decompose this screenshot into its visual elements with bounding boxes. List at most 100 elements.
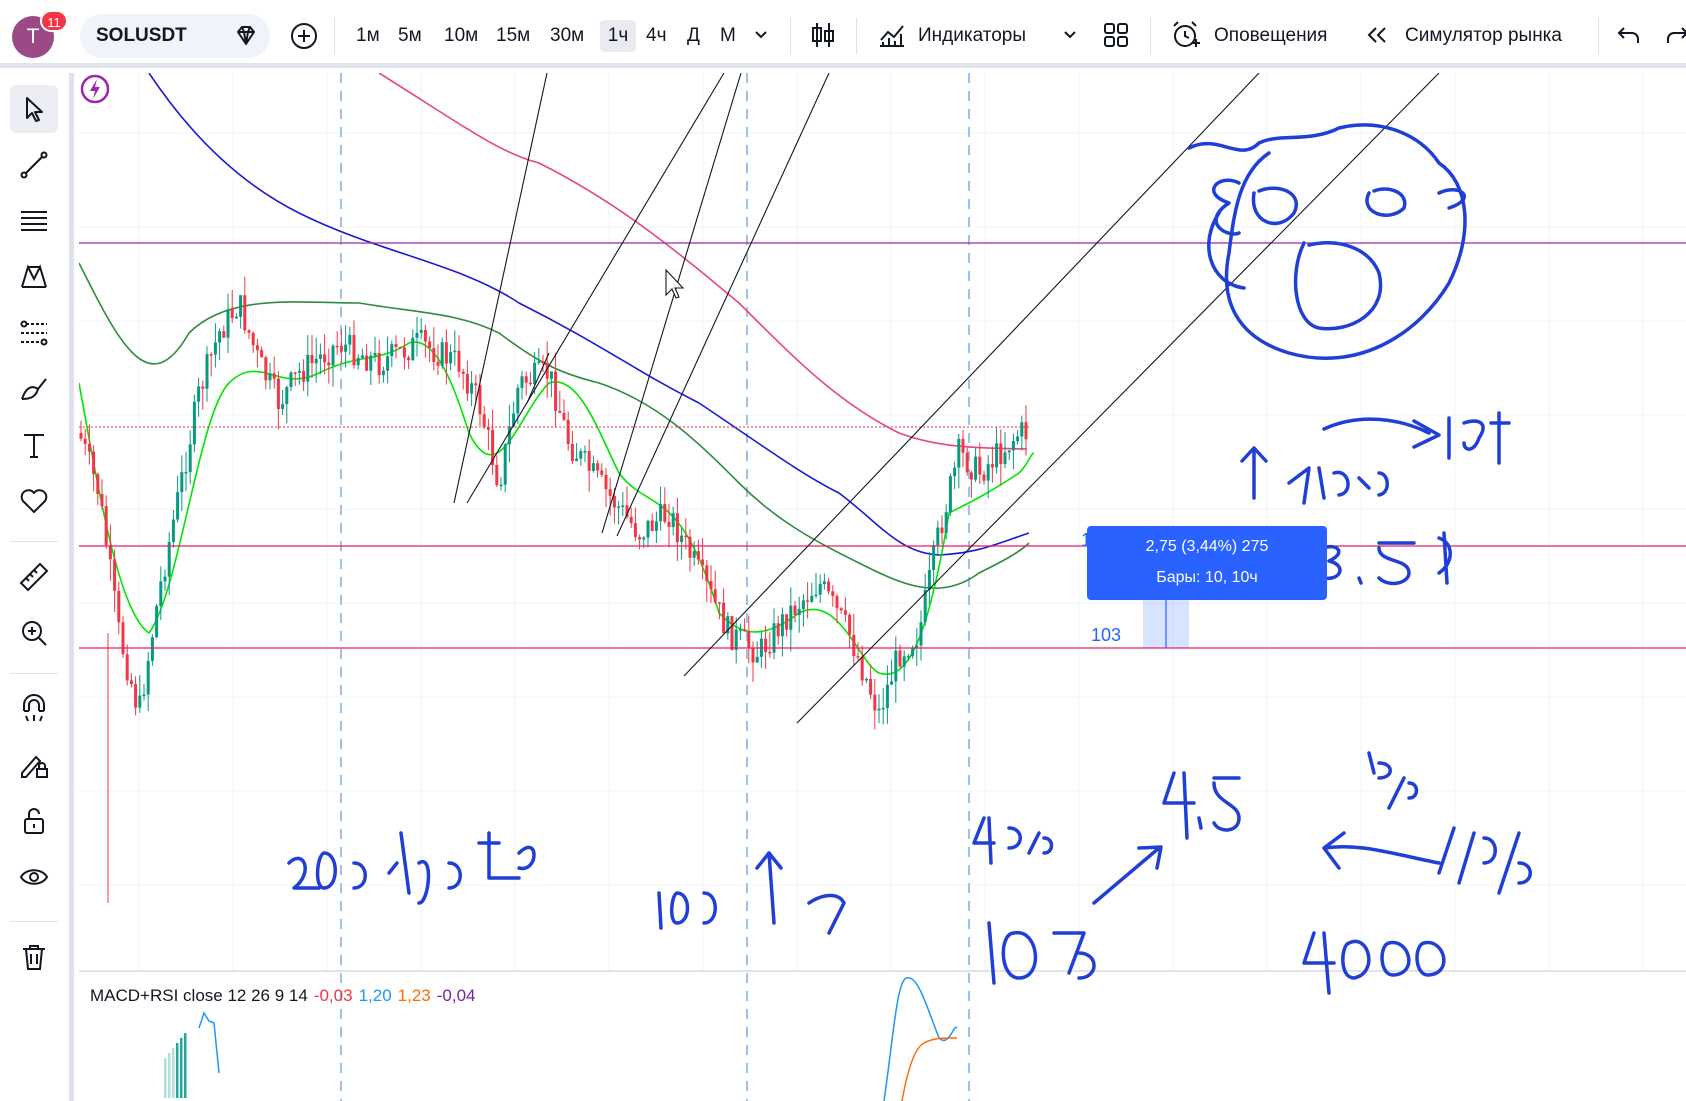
chart-grid bbox=[79, 73, 1686, 1101]
trend-line-tool[interactable] bbox=[10, 141, 58, 189]
candle-body bbox=[285, 387, 289, 405]
candle-body bbox=[814, 594, 818, 597]
replay-button[interactable]: Симулятор рынка bbox=[1405, 20, 1562, 52]
candle-body bbox=[869, 678, 873, 695]
chevron-down-icon[interactable] bbox=[744, 18, 778, 52]
cursor-tool[interactable] bbox=[10, 85, 58, 133]
candle-body bbox=[264, 357, 268, 381]
undo-icon[interactable] bbox=[1612, 18, 1646, 52]
chart-pane[interactable]: 2,75 (3,44%) 275 Бары: 10, 10ч 172 103 M… bbox=[79, 73, 1686, 1101]
redo-icon[interactable] bbox=[1660, 18, 1686, 52]
ruler-tool[interactable] bbox=[10, 553, 58, 601]
candle-body bbox=[218, 331, 222, 343]
timeframe-4h[interactable]: 4ч bbox=[642, 20, 670, 52]
candle-body bbox=[751, 648, 755, 663]
candle-body bbox=[1024, 422, 1028, 440]
timeframe-10m[interactable]: 10м bbox=[440, 20, 482, 52]
timeframe-30m[interactable]: 30м bbox=[546, 20, 588, 52]
timeframe-1m[interactable]: 1м bbox=[352, 20, 384, 52]
candle-body bbox=[667, 521, 671, 527]
candle-body bbox=[239, 295, 243, 317]
indicators-icon[interactable] bbox=[875, 18, 909, 52]
lightning-icon[interactable] bbox=[79, 73, 111, 105]
timeframe-month[interactable]: М bbox=[716, 20, 740, 52]
handwritten-stroke bbox=[657, 851, 846, 935]
candle-body bbox=[537, 361, 541, 364]
candle-body bbox=[877, 708, 881, 711]
timeframe-1h[interactable]: 1ч bbox=[600, 20, 636, 52]
candle-body bbox=[297, 370, 301, 373]
indicators-button[interactable]: Индикаторы bbox=[918, 20, 1026, 52]
candle-body bbox=[709, 581, 713, 590]
candle-body bbox=[562, 412, 566, 420]
candle-body bbox=[79, 433, 83, 439]
indicator-legend[interactable]: MACD+RSI close 12 26 9 14 -0,03 1,20 1,23 -0… bbox=[90, 986, 482, 1006]
candle-body bbox=[255, 345, 259, 351]
indicator-name: MACD+RSI close 12 26 9 14 bbox=[90, 986, 308, 1005]
candle-body bbox=[176, 492, 180, 520]
candle-body bbox=[793, 605, 797, 615]
candle-body bbox=[507, 426, 511, 445]
candle-body bbox=[108, 545, 112, 560]
pattern-tool[interactable] bbox=[10, 253, 58, 301]
hand-drawn-notes bbox=[287, 123, 1532, 995]
candle-body bbox=[722, 602, 726, 634]
brush-tool[interactable] bbox=[10, 365, 58, 413]
candle-body bbox=[134, 684, 138, 708]
candle-body bbox=[113, 559, 117, 591]
alerts-button[interactable]: Оповещения bbox=[1214, 20, 1327, 52]
candle-body bbox=[205, 354, 209, 389]
macd-line bbox=[883, 977, 958, 1101]
add-symbol-icon[interactable] bbox=[288, 20, 320, 52]
candle-body bbox=[453, 350, 457, 353]
candle-body bbox=[247, 330, 251, 333]
candle-body bbox=[533, 362, 537, 385]
timeframe-day[interactable]: Д bbox=[683, 20, 704, 52]
candle-body bbox=[743, 629, 747, 632]
candle-body bbox=[243, 295, 247, 331]
candle-body bbox=[873, 694, 877, 711]
text-tool[interactable] bbox=[10, 421, 58, 469]
timeframe-5m[interactable]: 5м bbox=[394, 20, 426, 52]
candle-body bbox=[986, 464, 990, 481]
price-chart[interactable] bbox=[79, 73, 1686, 1101]
lock-icon bbox=[24, 808, 44, 834]
diamond-icon[interactable] bbox=[232, 22, 260, 50]
remove-drawings-tool[interactable] bbox=[10, 933, 58, 981]
zoom-tool[interactable] bbox=[10, 609, 58, 657]
candle-body bbox=[499, 484, 503, 487]
toolbar-divider bbox=[856, 18, 857, 54]
layout-grid-icon[interactable] bbox=[1099, 18, 1133, 52]
projection-tool[interactable] bbox=[10, 309, 58, 357]
candle-body bbox=[373, 352, 377, 356]
candles-icon[interactable] bbox=[806, 18, 840, 52]
timeframe-15m[interactable]: 15м bbox=[492, 20, 534, 52]
measure-change: 2,75 (3,44%) 275 bbox=[1145, 538, 1269, 555]
lock-tool[interactable] bbox=[10, 797, 58, 845]
visibility-tool[interactable] bbox=[10, 853, 58, 901]
rewind-icon[interactable] bbox=[1360, 18, 1394, 52]
candle-body bbox=[251, 332, 255, 346]
fib-tool[interactable] bbox=[10, 197, 58, 245]
lock-drawings-tool[interactable] bbox=[10, 741, 58, 789]
candle-body bbox=[713, 589, 717, 603]
symbol-search[interactable]: SOLUSDT bbox=[80, 14, 270, 58]
candle-body bbox=[486, 427, 490, 430]
alarm-clock-icon[interactable] bbox=[1168, 18, 1202, 52]
candle-body bbox=[276, 378, 280, 409]
macd-line bbox=[198, 1011, 220, 1074]
candle-body bbox=[860, 657, 864, 681]
favorites-tool[interactable] bbox=[10, 477, 58, 525]
candle-body bbox=[142, 694, 146, 697]
text-icon bbox=[24, 434, 44, 458]
candle-body bbox=[675, 513, 679, 542]
candle-body bbox=[234, 316, 238, 319]
candle-body bbox=[969, 472, 973, 480]
handwritten-stroke bbox=[1240, 446, 1268, 500]
chevron-down-icon[interactable] bbox=[1053, 18, 1087, 52]
candle-body bbox=[129, 680, 133, 685]
candle-body bbox=[995, 443, 999, 468]
magnet-tool[interactable] bbox=[10, 685, 58, 733]
candle-body bbox=[776, 623, 780, 637]
candle-body bbox=[663, 504, 667, 522]
